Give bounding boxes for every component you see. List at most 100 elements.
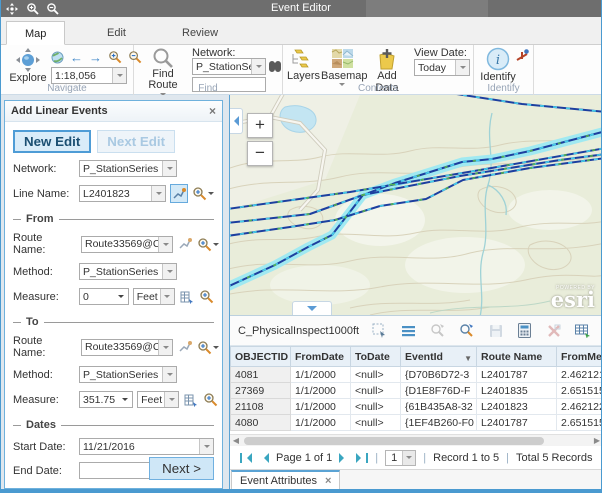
sort-arrow-icon[interactable]: ▼ bbox=[464, 354, 472, 363]
tab-edit[interactable]: Edit bbox=[89, 21, 144, 45]
table-cell: L2401787 bbox=[477, 367, 557, 383]
layers-button[interactable]: Layers bbox=[287, 48, 317, 82]
show-selected-icon[interactable] bbox=[400, 322, 417, 339]
from-section-label: From bbox=[21, 213, 59, 225]
identify-route-icon[interactable] bbox=[516, 49, 529, 62]
network-combobox[interactable]: P_StationSeries bbox=[79, 160, 177, 177]
forward-arrow-icon[interactable]: → bbox=[89, 51, 102, 64]
line-zoom-menu-button[interactable] bbox=[192, 186, 214, 201]
from-measure-zoom-button[interactable] bbox=[199, 289, 214, 304]
panel-close-icon[interactable]: × bbox=[209, 104, 216, 118]
scale-combobox[interactable]: 1:18,056 bbox=[51, 67, 127, 84]
from-method-dropdown-arrow[interactable] bbox=[162, 264, 176, 279]
first-page-button[interactable] bbox=[240, 453, 252, 463]
back-arrow-icon[interactable]: ← bbox=[70, 51, 83, 64]
map-view[interactable]: + − POWERED BY esri bbox=[230, 95, 602, 315]
delete-selected-icon[interactable] bbox=[545, 322, 562, 339]
start-date-dropdown-arrow[interactable] bbox=[199, 439, 213, 454]
from-zoom-menu-button[interactable] bbox=[197, 237, 219, 252]
to-zoom-menu-button[interactable] bbox=[197, 340, 219, 355]
from-route-name-dropdown-arrow[interactable] bbox=[158, 237, 172, 252]
page-select-arrow[interactable] bbox=[402, 451, 415, 465]
to-method-label: Method: bbox=[13, 369, 75, 381]
attribute-table[interactable]: OBJECTIDFromDateToDateEventId▼Route Name… bbox=[230, 346, 602, 434]
field-calculator-icon[interactable] bbox=[516, 322, 533, 339]
view-date-combobox[interactable]: Today bbox=[414, 59, 470, 76]
to-measure-dropdown-arrow[interactable] bbox=[118, 392, 132, 407]
network-dropdown-arrow[interactable] bbox=[162, 161, 176, 176]
collapse-table-button[interactable] bbox=[292, 301, 332, 315]
next-page-button[interactable] bbox=[339, 453, 349, 463]
to-unit-combobox[interactable]: Feet bbox=[137, 391, 179, 408]
scale-dropdown-arrow[interactable] bbox=[112, 68, 126, 83]
explore-button[interactable]: Explore bbox=[9, 48, 47, 84]
table-row[interactable]: 40801/1/2000<null>{1EF4B260-F0L24017872.… bbox=[231, 415, 602, 431]
to-unit-dropdown-arrow[interactable] bbox=[164, 392, 178, 407]
table-row[interactable]: 211081/1/2000<null>{61B435A8-32L24018232… bbox=[231, 399, 602, 415]
start-date-combobox[interactable]: 11/21/2016 bbox=[79, 438, 214, 455]
navigate-group-label: Navigate bbox=[1, 83, 133, 94]
hscroll-left-arrow[interactable]: ◀ bbox=[230, 436, 242, 446]
map-zoom-out-button[interactable]: − bbox=[247, 141, 273, 166]
ribbon-network-dropdown-arrow[interactable] bbox=[251, 59, 265, 74]
map-zoom-in-button[interactable]: + bbox=[247, 113, 273, 138]
table-row[interactable]: 40811/1/2000<null>{D70B6D72-3L24017872.4… bbox=[231, 367, 602, 383]
from-method-combobox[interactable]: P_StationSeries bbox=[79, 263, 177, 280]
from-pick-measure-button[interactable] bbox=[179, 287, 195, 306]
hscroll-thumb[interactable] bbox=[244, 437, 544, 445]
to-route-name-value: Route33569@Centb bbox=[82, 341, 158, 353]
next-button[interactable]: Next > bbox=[149, 457, 214, 480]
to-route-name-dropdown-arrow[interactable] bbox=[158, 340, 172, 355]
from-unit-dropdown-arrow[interactable] bbox=[160, 289, 174, 304]
new-edit-button[interactable]: New Edit bbox=[13, 130, 91, 153]
ribbon-network-combobox[interactable]: P_StationSeries bbox=[192, 58, 266, 75]
select-records-icon[interactable] bbox=[371, 322, 388, 339]
tab-map[interactable]: Map bbox=[6, 21, 65, 45]
save-icon[interactable] bbox=[487, 322, 504, 339]
view-date-dropdown-arrow[interactable] bbox=[455, 60, 469, 75]
ribbon-group-contents: Layers Basemap Add Data bbox=[283, 45, 474, 95]
identify-group-label: Identify bbox=[474, 83, 533, 94]
zoom-to-selected-icon[interactable] bbox=[429, 322, 446, 339]
table-hscrollbar[interactable]: ◀ ▶ bbox=[230, 434, 602, 446]
identify-button[interactable]: i Identify bbox=[480, 47, 516, 83]
column-header[interactable]: Route Name bbox=[477, 347, 557, 367]
to-method-dropdown-arrow[interactable] bbox=[162, 367, 176, 382]
select-line-on-map-button[interactable] bbox=[170, 184, 188, 203]
column-header[interactable]: EventId▼ bbox=[401, 347, 477, 367]
last-page-button[interactable] bbox=[356, 453, 368, 463]
to-select-route-button[interactable] bbox=[177, 338, 193, 357]
column-header[interactable]: FromMeasure bbox=[557, 347, 602, 367]
column-header[interactable]: FromDate bbox=[291, 347, 351, 367]
layers-label: Layers bbox=[287, 70, 317, 82]
tab-close-icon[interactable]: × bbox=[325, 475, 331, 487]
export-table-icon[interactable] bbox=[574, 322, 591, 339]
to-measure-zoom-button[interactable] bbox=[203, 392, 218, 407]
from-measure-dropdown-arrow[interactable] bbox=[114, 289, 128, 304]
collapse-panel-button[interactable] bbox=[230, 108, 243, 134]
line-name-dropdown-arrow[interactable] bbox=[151, 186, 165, 201]
page-select-combobox[interactable]: 1 bbox=[385, 450, 416, 466]
tab-review[interactable]: Review bbox=[164, 21, 236, 45]
title-bar: Event Editor bbox=[1, 0, 601, 17]
binoculars-icon[interactable] bbox=[268, 60, 282, 72]
ribbon-zoom-in-icon[interactable] bbox=[108, 50, 122, 64]
column-header[interactable]: OBJECTID bbox=[231, 347, 291, 367]
prev-page-button[interactable] bbox=[259, 453, 269, 463]
from-select-route-button[interactable] bbox=[177, 235, 193, 254]
table-row[interactable]: 273691/1/2000<null>{D1E8F76D-FL24018352.… bbox=[231, 383, 602, 399]
globe-icon[interactable] bbox=[51, 51, 64, 64]
column-header[interactable]: ToDate bbox=[351, 347, 401, 367]
hscroll-right-arrow[interactable]: ▶ bbox=[591, 436, 602, 446]
tab-event-attributes[interactable]: Event Attributes × bbox=[231, 470, 340, 490]
next-edit-button[interactable]: Next Edit bbox=[97, 130, 175, 153]
from-measure-combobox[interactable]: 0 bbox=[79, 288, 129, 305]
to-method-combobox[interactable]: P_StationSeries bbox=[79, 366, 177, 383]
to-route-name-combobox[interactable]: Route33569@Centb bbox=[81, 339, 173, 356]
line-name-combobox[interactable]: L2401823 bbox=[79, 185, 166, 202]
pan-to-selected-icon[interactable] bbox=[458, 322, 475, 339]
from-route-name-combobox[interactable]: Route33569@Centb bbox=[81, 236, 173, 253]
from-unit-combobox[interactable]: Feet bbox=[133, 288, 175, 305]
to-measure-combobox[interactable]: 351.75 bbox=[79, 391, 133, 408]
to-pick-measure-button[interactable] bbox=[183, 390, 199, 409]
